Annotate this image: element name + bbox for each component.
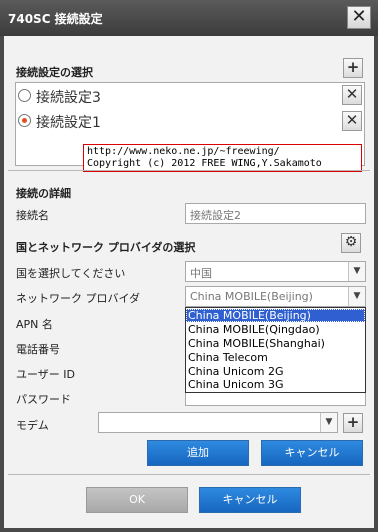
copyright-notice: http://www.neko.ne.jp/~freewing/ Copyrig… [83,144,362,172]
password-label: パスワード [16,393,71,406]
network-provider-label: ネットワーク プロバイダ [16,292,141,305]
chevron-down-icon[interactable]: ▼ [320,413,337,432]
connection-item[interactable]: 接続設定3 [16,85,364,107]
chevron-down-icon[interactable]: ▼ [348,287,365,306]
provider-heading: 国とネットワーク プロバイダの選択 [16,241,196,254]
title-bar: 740SC 接続設定 ✕ [0,0,378,36]
dropdown-option[interactable]: China MOBILE(Shanghai) [186,337,365,350]
delete-icon[interactable]: ✕ [342,85,362,105]
close-icon[interactable]: ✕ [347,6,371,29]
plus-icon[interactable]: + [343,58,363,78]
modem-select[interactable]: ▼ [98,412,338,433]
network-provider-select[interactable]: China MOBILE(Beijing) ▼ [185,286,366,307]
radio-button[interactable] [18,114,31,127]
radio-button[interactable] [18,89,31,102]
country-select[interactable]: 中国 ▼ [185,261,366,282]
network-provider-dropdown: China MOBILE(Beijing) China MOBILE(Qingd… [185,307,366,393]
apn-label: APN 名 [16,318,53,331]
network-provider-value: China MOBILE(Beijing) [190,290,313,303]
connection-item[interactable]: 接続設定1 [16,110,364,132]
ok-button[interactable]: OK [86,487,188,513]
add-button[interactable]: 追加 [147,440,249,466]
country-label: 国を選択してください [16,267,126,280]
copyright-url: http://www.neko.ne.jp/~freewing/ [87,146,280,157]
chevron-down-icon[interactable]: ▼ [348,262,365,281]
details-heading: 接続の詳細 [16,187,71,200]
dropdown-option[interactable]: China Unicom 3G [186,378,365,391]
modem-label: モデム [16,419,49,432]
dropdown-option[interactable]: China Telecom [186,351,365,364]
cancel-button[interactable]: キャンセル [199,487,301,513]
dialog-panel: 接続設定の選択 + 接続設定3 ✕ 接続設定1 ✕ http://www.nek… [4,36,374,528]
connection-item-label: 接続設定3 [36,90,101,106]
connection-name-field[interactable]: 接続設定2 [185,203,366,224]
copyright-text: Copyright (c) 2012 FREE WING,Y.Sakamoto [87,158,322,169]
connection-name-label: 接続名 [16,209,49,222]
connection-select-heading: 接続設定の選択 [16,66,93,79]
country-value: 中国 [190,267,212,280]
plus-icon[interactable]: + [343,413,363,433]
phone-label: 電話番号 [16,343,60,356]
dropdown-option[interactable]: China Unicom 2G [186,365,365,378]
dropdown-option[interactable]: China MOBILE(Beijing) [186,309,365,322]
gear-icon[interactable]: ⚙ [341,233,361,253]
connection-item-label: 接続設定1 [36,115,101,131]
divider [8,474,370,475]
dropdown-option[interactable]: China MOBILE(Qingdao) [186,323,365,336]
window-title: 740SC 接続設定 [8,12,103,26]
cancel-inner-button[interactable]: キャンセル [261,440,363,466]
divider [8,170,370,171]
delete-icon[interactable]: ✕ [342,111,362,131]
user-id-label: ユーザー ID [16,368,75,381]
